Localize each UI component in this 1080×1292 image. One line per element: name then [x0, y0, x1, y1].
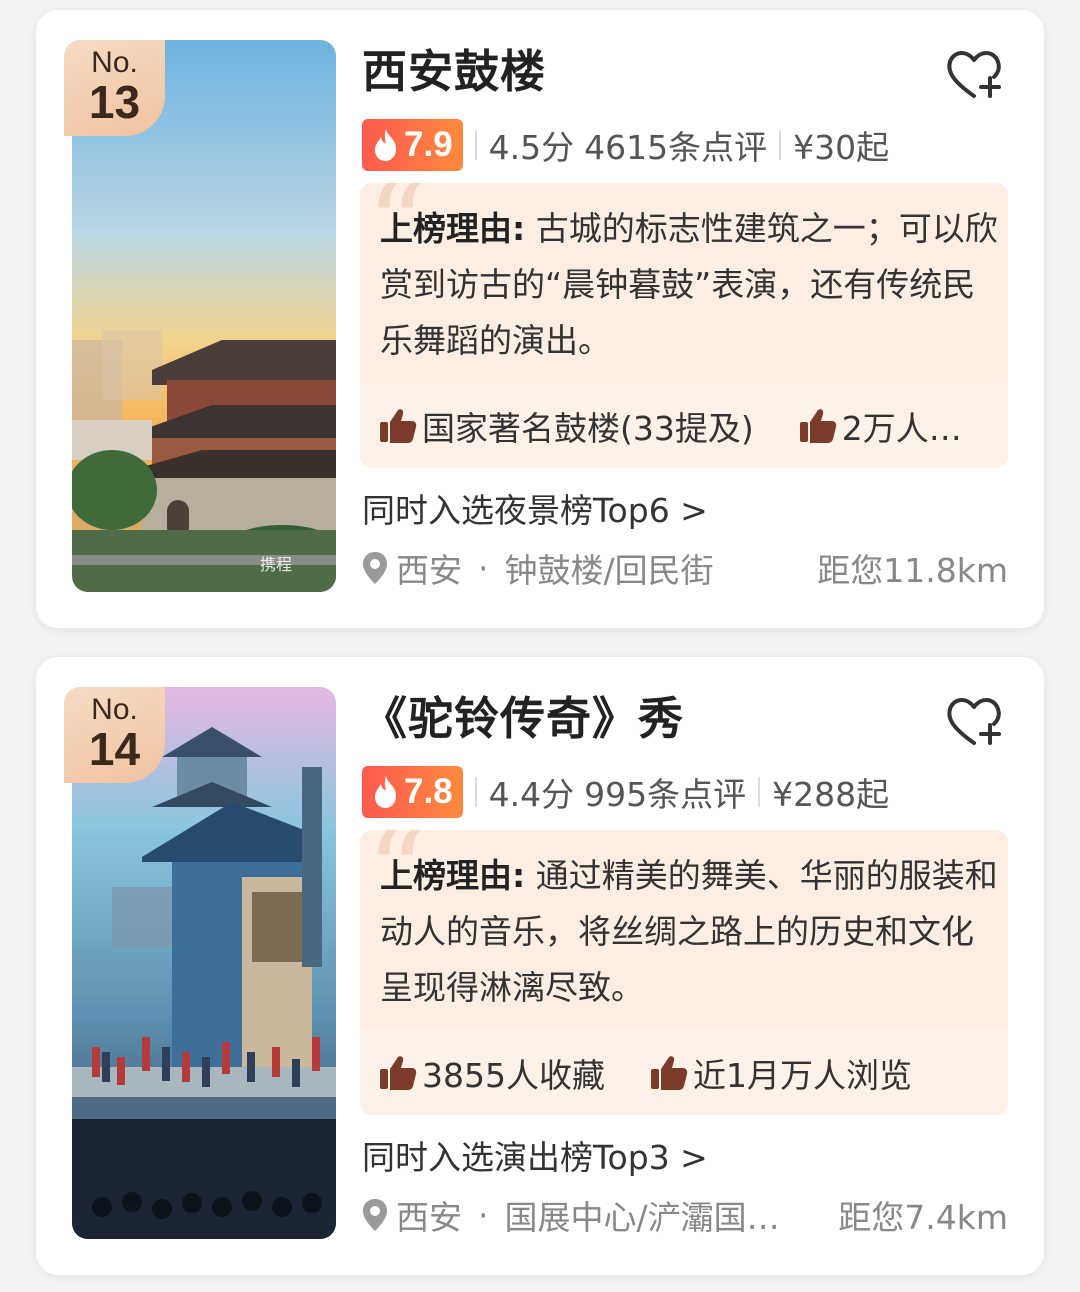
image-watermark: 携程: [260, 555, 292, 574]
area: 钟鼓楼/回民街: [504, 551, 714, 590]
tag-item: 2万人…: [798, 402, 962, 450]
review-count[interactable]: 995条点评: [584, 768, 746, 816]
heart-plus-icon: [947, 51, 1001, 98]
tag-item: 3855人收藏: [378, 1049, 605, 1097]
reason-box: “ 上榜理由: 古城的标志性建筑之一；可以欣赏到访古的“晨钟暮鼓”表演，还有传统…: [360, 183, 1008, 468]
reason-box: “ 上榜理由: 通过精美的舞美、华丽的服装和动人的音乐，将丝绸之路上的历史和文化…: [360, 830, 1008, 1115]
tag-label: 3855人收藏: [422, 1055, 605, 1095]
tag-label: 2万人…: [841, 408, 962, 448]
location-pin-icon: [363, 1199, 387, 1231]
attraction-card-1[interactable]: 携程 No. 13 西安鼓楼 7.9 4.5分 4615条点评 ¥30起 “ 上…: [36, 10, 1044, 628]
rating: 4.4分: [488, 775, 575, 814]
rank-number: 13: [88, 76, 141, 128]
price: ¥30起: [793, 128, 890, 167]
also-selected-link[interactable]: 同时入选演出榜Top3 >: [362, 1135, 708, 1181]
location-row: 西安 · 钟鼓楼/回民街 距您11.8km: [362, 544, 1008, 592]
dot-separator: ·: [478, 548, 489, 588]
meta-row: 7.8 4.4分 995条点评 ¥288起: [362, 765, 889, 819]
location-row: 西安 · 国展中心/浐灞国… 距您7.4km: [362, 1191, 1008, 1239]
tag-label: 近1月万人浏览: [692, 1055, 912, 1095]
thumbs-up-icon: [799, 408, 837, 443]
rating: 4.5分: [488, 128, 575, 167]
reason-label: 上榜理由:: [380, 856, 526, 895]
heat-score: 7.8: [404, 772, 453, 811]
tag-row: 国家著名鼓楼(33提及) 2万人…: [360, 383, 1008, 468]
favorite-button[interactable]: [944, 46, 1004, 102]
distance: 距您11.8km: [817, 551, 1008, 590]
location-pin-icon: [363, 552, 387, 584]
rank-badge: No. 13: [64, 40, 165, 136]
thumbs-up-icon: [380, 1055, 417, 1090]
rank-number: 14: [88, 723, 141, 775]
divider: [758, 777, 761, 807]
divider: [474, 130, 477, 160]
heat-score: 7.9: [404, 125, 453, 164]
reason-label: 上榜理由:: [380, 209, 526, 248]
rank-prefix: No.: [91, 693, 138, 726]
tag-item: 近1月万人浏览: [649, 1049, 912, 1097]
heart-plus-icon: [947, 698, 1001, 745]
favorite-button[interactable]: [944, 693, 1004, 749]
city: 西安: [396, 1198, 462, 1237]
tag-label: 国家著名鼓楼(33提及): [422, 408, 754, 448]
attraction-title[interactable]: 西安鼓楼: [362, 40, 546, 104]
tag-row: 3855人收藏 近1月万人浏览: [360, 1030, 1008, 1115]
thumbs-up-icon: [650, 1055, 688, 1090]
city: 西安: [396, 551, 462, 590]
reason-text: 上榜理由: 通过精美的舞美、华丽的服装和动人的音乐，将丝绸之路上的历史和文化呈现…: [380, 848, 1000, 1016]
heat-badge: 7.8: [362, 766, 463, 818]
flame-icon: [375, 776, 396, 808]
also-selected-link[interactable]: 同时入选夜景榜Top6 >: [362, 488, 708, 534]
price: ¥288起: [772, 775, 890, 814]
rank-prefix: No.: [91, 46, 138, 79]
heat-badge: 7.9: [362, 119, 463, 171]
divider: [474, 777, 477, 807]
meta-row: 7.9 4.5分 4615条点评 ¥30起: [362, 118, 889, 172]
flame-icon: [375, 129, 396, 161]
attraction-card-2[interactable]: No. 14 《驼铃传奇》秀 7.8 4.4分 995条点评 ¥288起 “ 上…: [36, 657, 1044, 1275]
dot-separator: ·: [478, 1195, 489, 1235]
tag-item: 国家著名鼓楼(33提及): [378, 402, 754, 450]
distance: 距您7.4km: [838, 1198, 1008, 1237]
rank-badge: No. 14: [64, 687, 165, 783]
reason-text: 上榜理由: 古城的标志性建筑之一；可以欣赏到访古的“晨钟暮鼓”表演，还有传统民乐…: [380, 201, 1000, 369]
divider: [779, 130, 782, 160]
review-count[interactable]: 4615条点评: [584, 121, 767, 169]
area: 国展中心/浐灞国…: [504, 1198, 780, 1237]
thumbs-up-icon: [380, 408, 417, 443]
attraction-title[interactable]: 《驼铃传奇》秀: [362, 687, 684, 751]
